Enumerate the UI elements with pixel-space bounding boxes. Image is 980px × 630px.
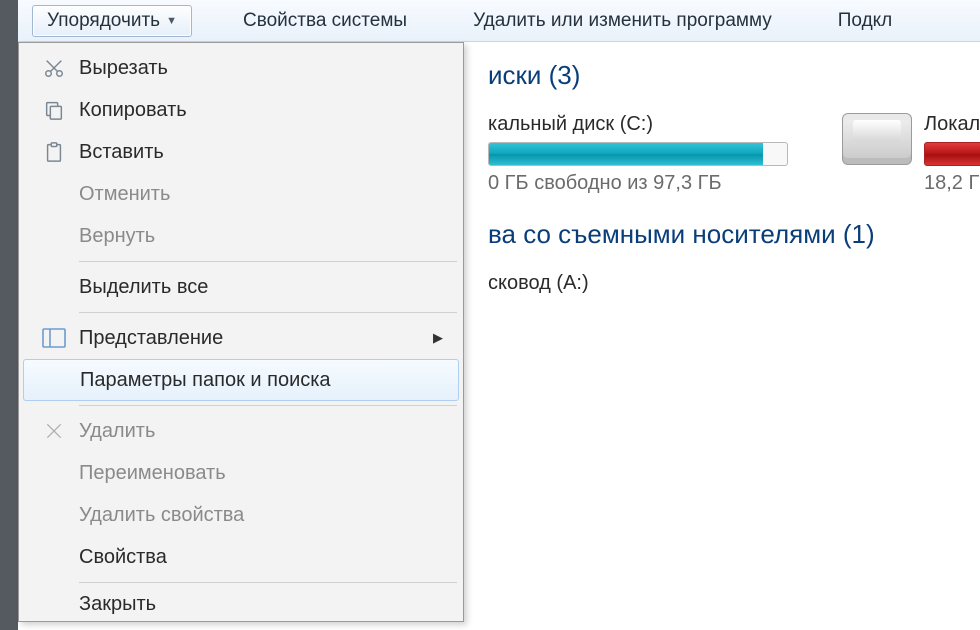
menu-undo[interactable]: Отменить [21,173,461,215]
hard-disk-icon [842,113,912,165]
menu-copy[interactable]: Копировать [21,89,461,131]
menu-paste[interactable]: Вставить [21,131,461,173]
menu-remove-properties[interactable]: Удалить свойства [21,494,461,536]
menu-separator [79,261,457,262]
submenu-arrow-icon: ▶ [433,330,461,346]
menu-folder-options-label: Параметры папок и поиска [80,369,458,392]
menu-view-label: Представление [79,327,433,350]
organize-label: Упорядочить [47,10,160,32]
menu-cut[interactable]: Вырезать [21,47,461,89]
menu-rename[interactable]: Переименовать [21,452,461,494]
layout-icon [29,328,79,348]
organize-button[interactable]: Упорядочить ▼ [32,5,192,37]
toolbar: Упорядочить ▼ Свойства системы Удалить и… [18,0,980,42]
menu-delete[interactable]: Удалить [21,410,461,452]
menu-view[interactable]: Представление ▶ [21,317,461,359]
menu-select-all[interactable]: Выделить все [21,266,461,308]
menu-redo[interactable]: Вернуть [21,215,461,257]
drive-c-name: кальный диск (C:) [488,113,788,136]
menu-undo-label: Отменить [79,183,461,206]
drive-d-capacity-bar [924,142,980,166]
drive-c[interactable]: кальный диск (C:) 0 ГБ свободно из 97,3 … [488,113,788,195]
chevron-down-icon: ▼ [166,15,177,27]
drive-c-free-text: 0 ГБ свободно из 97,3 ГБ [488,172,788,195]
removable-section-header: ва со съемными носителями (1) [488,219,980,250]
uninstall-program-button[interactable]: Удалить или изменить программу [458,5,787,37]
menu-copy-label: Копировать [79,99,461,122]
menu-separator [79,312,457,313]
menu-rename-label: Переименовать [79,462,461,485]
menu-separator [79,405,457,406]
system-properties-label: Свойства системы [243,10,407,32]
menu-separator [79,582,457,583]
copy-icon [29,99,79,121]
scissors-icon [29,57,79,79]
drive-c-capacity-fill [489,143,763,165]
menu-close[interactable]: Закрыть [21,587,461,621]
drive-row: кальный диск (C:) 0 ГБ свободно из 97,3 … [488,113,980,195]
menu-properties-label: Свойства [79,546,461,569]
uninstall-program-label: Удалить или изменить программу [473,10,772,32]
drives-section-header: иски (3) [488,60,980,91]
menu-delete-label: Удалить [79,420,461,443]
clipboard-icon [29,141,79,163]
menu-cut-label: Вырезать [79,57,461,80]
drive-d[interactable]: Локал 18,2 Г [842,113,980,195]
menu-folder-options[interactable]: Параметры папок и поиска [23,359,459,401]
drive-d-name: Локал [924,113,980,136]
menu-redo-label: Вернуть [79,225,461,248]
drive-c-capacity-bar [488,142,788,166]
delete-icon [29,421,79,441]
menu-close-label: Закрыть [79,593,461,616]
connect-label: Подкл [838,10,893,32]
menu-select-all-label: Выделить все [79,276,461,299]
menu-properties[interactable]: Свойства [21,536,461,578]
system-properties-button[interactable]: Свойства системы [228,5,422,37]
organize-menu: Вырезать Копировать Вставить Отменить Ве… [18,42,464,622]
drive-d-free-text: 18,2 Г [924,172,980,195]
connect-button[interactable]: Подкл [823,5,908,37]
menu-paste-label: Вставить [79,141,461,164]
menu-remove-properties-label: Удалить свойства [79,504,461,527]
floppy-drive[interactable]: сковод (A:) [488,272,980,295]
